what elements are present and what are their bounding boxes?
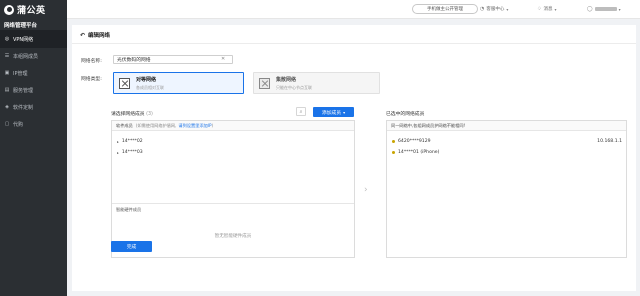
sidebar-item-vpn-network[interactable]: ◎ VPN网络 <box>0 31 67 48</box>
chevron-down-icon: ▾ <box>343 109 346 115</box>
messages-label: 消息 <box>543 7 553 12</box>
done-button[interactable]: 完成 <box>111 241 152 252</box>
member-count: (3) <box>146 112 153 117</box>
selected-members-title: 已选中的网络成员 <box>386 112 425 117</box>
logo-text: 蒲公英 <box>17 6 46 16</box>
sidebar-item-label: 代购 <box>13 122 24 128</box>
sidebar-item-software[interactable]: ◈ 软件定制 <box>0 99 67 116</box>
divider <box>112 203 354 204</box>
hint-tail: ) <box>211 123 214 128</box>
topbar: 手机做主公开管理 ◔ 客服中心 ▾ ♢ 消息 ▾ ◯ ▾ <box>67 0 640 19</box>
dandelion-logo-icon <box>4 4 14 15</box>
caret-right-icon: ▸ <box>117 150 119 155</box>
bell-icon: ♢ <box>537 6 542 12</box>
clear-icon[interactable]: ✕ <box>221 56 225 62</box>
logo[interactable]: 蒲公英 <box>0 0 67 19</box>
content-card: ↶ 编辑网络 网络名称: 光伏数码的网络 ✕ 网络类型: 对等网络 各成员相对互… <box>72 25 636 291</box>
back-icon[interactable]: ↶ <box>80 32 85 39</box>
page-title-text: 编辑网络 <box>88 33 111 39</box>
empty-hardware-text: 暂无智能硬件成员 <box>214 234 252 239</box>
search-icon[interactable]: ⌕ <box>296 107 306 116</box>
page-title: ↶ 编辑网络 <box>80 31 111 40</box>
member-name: 14****03 <box>121 150 143 155</box>
type-name: 对等网络 <box>136 76 157 83</box>
software-members-header: 软件成员 (如需使用网络护盾网, 请到设置里添加IP ) <box>112 121 354 131</box>
selected-members-header: 同一网络中,各组网成员护网络不能相同! <box>387 121 626 131</box>
ip-icon: ▣ <box>4 70 10 76</box>
type-desc: 只能在中心节点互联 <box>276 84 312 90</box>
user-name <box>594 7 617 11</box>
software-members-title: 软件成员 <box>116 122 133 128</box>
sidebar-item-members[interactable]: ☰ 本组网成员 <box>0 48 67 65</box>
selected-members-panel: 同一网络中,各组网成员护网络不能相同! 6420****9129 10.168.… <box>386 120 627 258</box>
divider <box>72 43 636 44</box>
network-type-label: 网络类型: <box>81 77 102 82</box>
type-desc: 各成员相对互联 <box>136 84 164 90</box>
sidebar-item-label: IP管理 <box>13 71 28 77</box>
sidebar-item-label: 本组网成员 <box>13 54 39 60</box>
list-item[interactable]: ▸ 14****03 <box>117 150 143 155</box>
select-members-title: 请选择网络成员 (3) <box>111 110 153 117</box>
chevron-down-icon: ▾ <box>618 6 621 12</box>
user-menu[interactable]: ◯ ▾ <box>587 4 621 14</box>
available-members-panel: 软件成员 (如需使用网络护盾网, 请到设置里添加IP ) ▸ 14****02 … <box>111 120 355 258</box>
cart-icon: ▢ <box>4 121 10 127</box>
status-dot-icon <box>392 151 395 154</box>
selected-member-row[interactable]: 6420****9129 <box>392 139 431 144</box>
user-icon: ◯ <box>587 6 593 12</box>
sidebar: 蒲公英 网络管理平台 ◎ VPN网络 ☰ 本组网成员 ▣ IP管理 ▤ 服务管理… <box>0 0 67 296</box>
status-dot-icon <box>392 140 395 143</box>
caret-right-icon: ▸ <box>117 139 119 144</box>
hub-network-icon <box>259 77 270 89</box>
list-item[interactable]: ▸ 14****02 <box>117 139 143 144</box>
type-option-peer[interactable]: 对等网络 各成员相对互联 <box>113 72 244 94</box>
service-center-link[interactable]: ◔ 客服中心 ▾ <box>480 4 508 14</box>
member-ip: 10.168.1.1 <box>597 139 622 144</box>
chevron-down-icon: ▾ <box>506 6 509 12</box>
manage-button[interactable]: 手机做主公开管理 <box>412 4 478 14</box>
add-member-button[interactable]: 添加成员 ▾ <box>313 107 354 117</box>
member-name: 14****01 (iPhone) <box>398 150 440 155</box>
settings-link[interactable]: 请到设置里添加IP <box>178 123 211 129</box>
member-name: 6420****9129 <box>398 139 431 144</box>
headset-icon: ◔ <box>480 6 485 12</box>
sidebar-item-service[interactable]: ▤ 服务管理 <box>0 82 67 99</box>
messages-link[interactable]: ♢ 消息 ▾ <box>537 4 557 14</box>
select-members-title-text: 请选择网络成员 <box>111 112 145 117</box>
sidebar-item-ip[interactable]: ▣ IP管理 <box>0 65 67 82</box>
type-option-hub[interactable]: 集散网络 只能在中心节点互联 <box>253 72 380 94</box>
service-center-label: 客服中心 <box>486 7 505 12</box>
globe-icon: ◎ <box>4 36 10 42</box>
network-name-input[interactable]: 光伏数码的网络 <box>113 55 233 64</box>
member-name: 14****02 <box>121 139 143 144</box>
selected-member-row[interactable]: 14****01 (iPhone) <box>392 150 439 155</box>
sidebar-item-label: 服务管理 <box>13 88 34 94</box>
server-icon: ▤ <box>4 87 10 93</box>
sidebar-item-purchase[interactable]: ▢ 代购 <box>0 116 67 133</box>
sidebar-item-label: VPN网络 <box>13 37 34 43</box>
software-members-hint: (如需使用网络护盾网, <box>135 122 177 128</box>
chevron-down-icon: ▾ <box>554 6 557 12</box>
users-icon: ☰ <box>4 53 10 59</box>
type-name: 集散网络 <box>276 76 297 83</box>
sidebar-item-label: 软件定制 <box>13 105 34 111</box>
platform-title: 网络管理平台 <box>0 19 67 31</box>
add-member-label: 添加成员 <box>321 110 342 116</box>
network-name-label: 网络名称: <box>81 59 102 64</box>
hardware-members-title: 智能硬件成员 <box>116 207 142 212</box>
cube-icon: ◈ <box>5 104 9 110</box>
peer-network-icon <box>119 77 130 89</box>
chevron-right-icon: › <box>364 185 368 195</box>
